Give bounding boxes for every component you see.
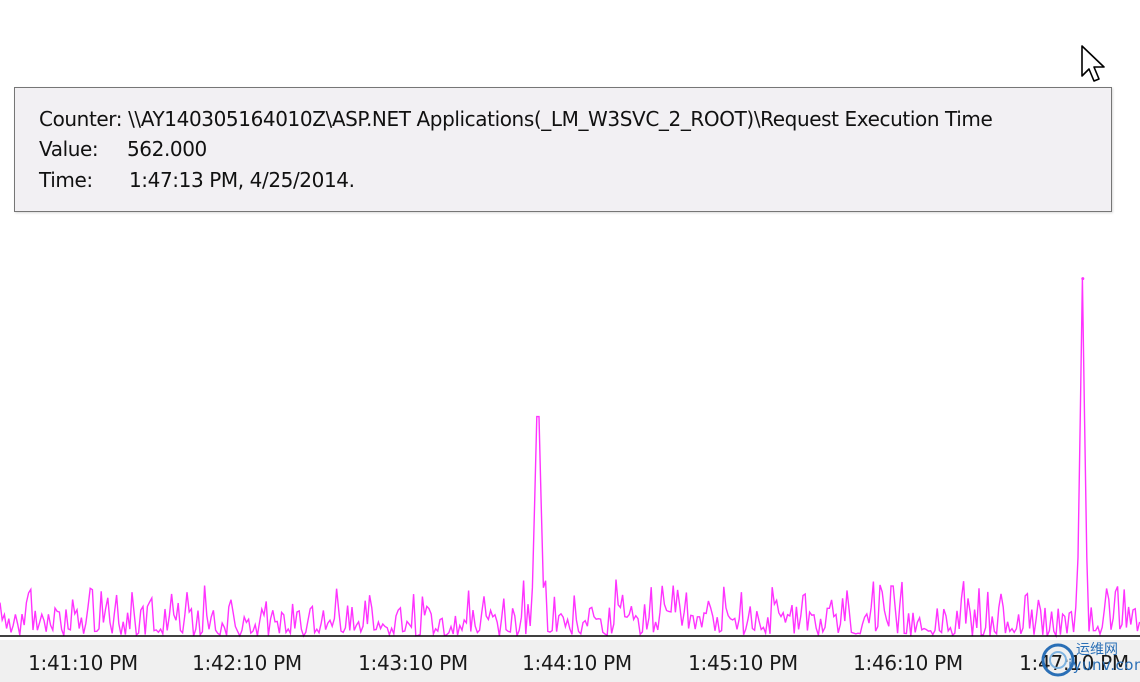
tooltip-time-value: 1:47:13 PM, 4/25/2014.: [128, 168, 355, 192]
x-tick-label: 1:43:10 PM: [358, 651, 468, 675]
tooltip-time-key: Time:: [39, 168, 93, 192]
counter-tooltip: Counter: \\AY140305164010Z\ASP.NET Appli…: [14, 87, 1112, 212]
tooltip-value-row: Value: 562.000: [39, 137, 207, 161]
tooltip-counter-value: \\AY140305164010Z\ASP.NET Applications(_…: [128, 107, 993, 131]
x-tick-label: 1:45:10 PM: [688, 651, 798, 675]
tooltip-time-row: Time: 1:47:13 PM, 4/25/2014.: [39, 168, 355, 192]
series-line: [0, 278, 1140, 639]
x-tick-label: 1:46:10 PM: [853, 651, 963, 675]
x-tick-label: 1:41:10 PM: [28, 651, 138, 675]
tooltip-counter-row: Counter: \\AY140305164010Z\ASP.NET Appli…: [39, 107, 993, 131]
x-tick-label: 1:44:10 PM: [522, 651, 632, 675]
watermark-en-text: iyunv.com: [1068, 656, 1140, 674]
tooltip-value-key: Value:: [39, 137, 99, 161]
x-tick-label: 1:42:10 PM: [192, 651, 302, 675]
highlight-point[interactable]: [1081, 277, 1085, 281]
mouse-pointer-icon: [1081, 45, 1105, 82]
series-line-group: [0, 277, 1140, 639]
tooltip-value-value: 562.000: [126, 137, 207, 161]
tooltip-counter-key: Counter:: [39, 107, 123, 131]
x-axis-bar: 1:41:10 PM 1:42:10 PM 1:43:10 PM 1:44:10 PM…: [0, 640, 1140, 682]
site-watermark: 运维网 iyunv.com: [1036, 638, 1140, 682]
